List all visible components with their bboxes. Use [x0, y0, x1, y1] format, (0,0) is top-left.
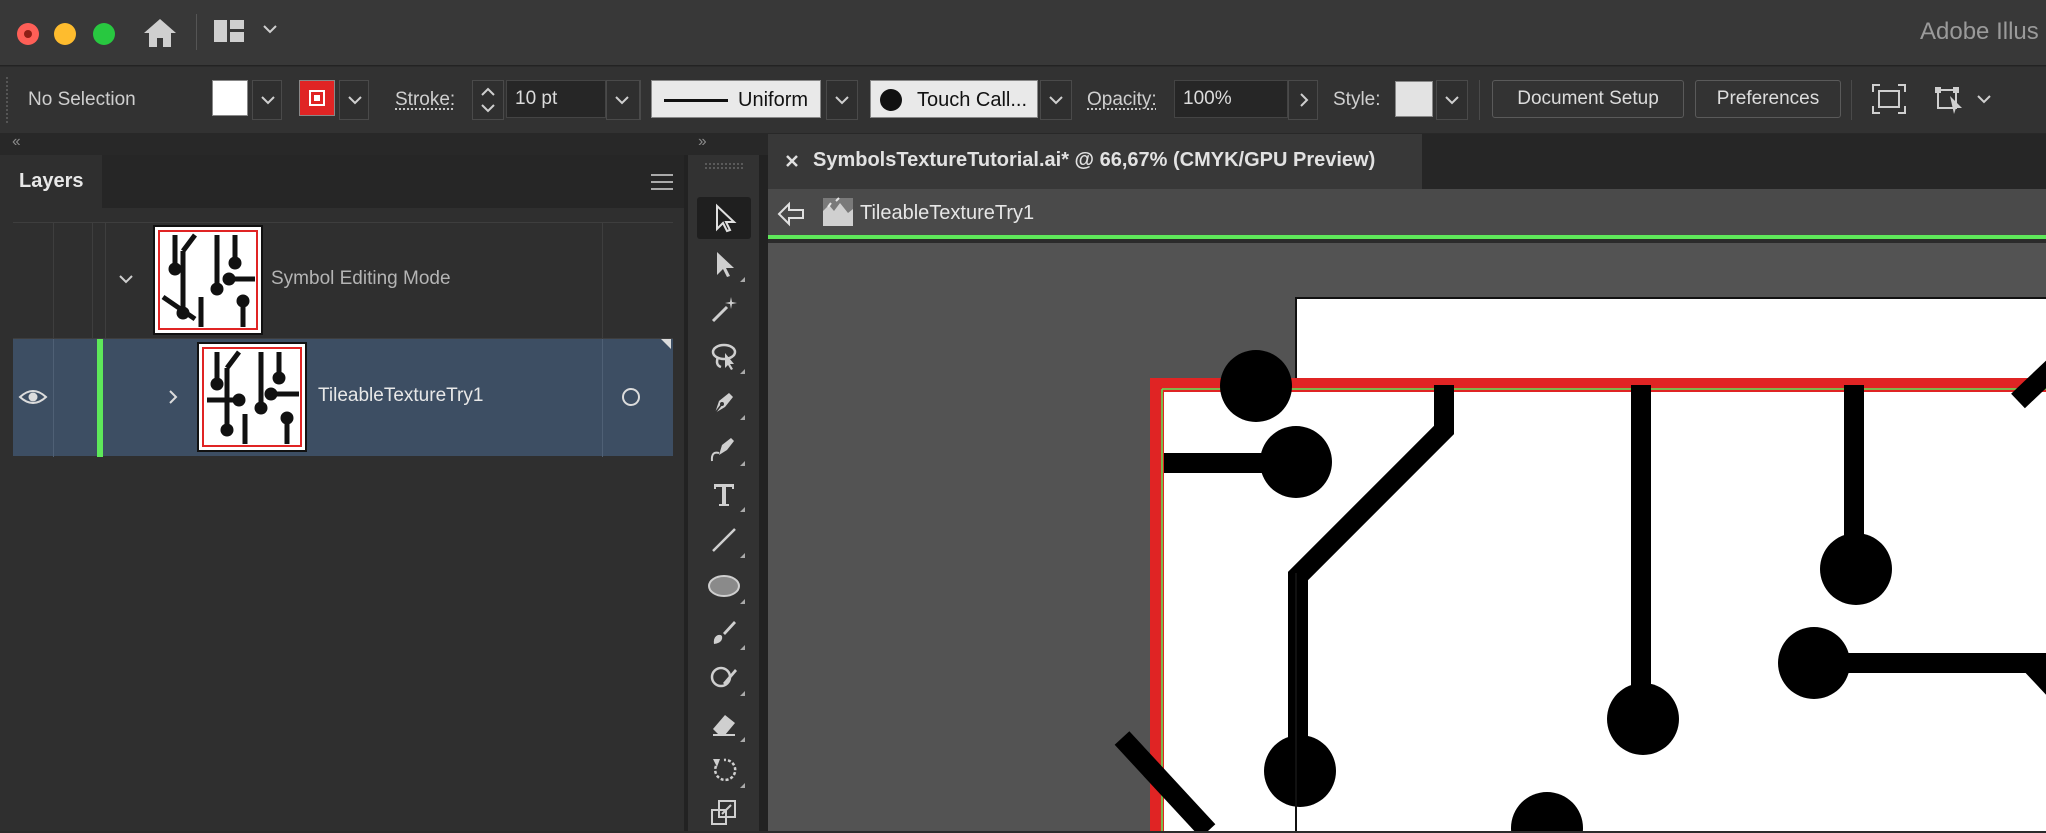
- chevron-right-icon: [1297, 93, 1311, 107]
- arrange-documents-icon[interactable]: [1872, 84, 1906, 114]
- isolation-mode-bar: TileableTextureTry1: [768, 189, 2046, 239]
- toolbar-grip[interactable]: [705, 163, 743, 169]
- document-setup-button[interactable]: Document Setup: [1492, 80, 1684, 118]
- canvas[interactable]: [768, 243, 2046, 831]
- chevron-down-icon: [261, 95, 275, 105]
- eraser-tool-icon[interactable]: [697, 703, 751, 745]
- brush-select[interactable]: Touch Call...: [870, 80, 1038, 118]
- layer-row-symbol-editing-mode[interactable]: Symbol Editing Mode: [13, 222, 673, 338]
- chevron-down-icon: [1049, 95, 1063, 105]
- layer-color-bar: [97, 339, 103, 457]
- rotate-tool-icon[interactable]: [697, 749, 751, 791]
- layer-thumbnail: [153, 225, 263, 335]
- opacity-input[interactable]: 100%: [1174, 80, 1288, 118]
- graphic-style-swatch[interactable]: [1395, 81, 1433, 117]
- minimize-window-button[interactable]: [54, 23, 76, 45]
- brush-dropdown[interactable]: [1040, 80, 1072, 120]
- line-segment-tool-icon[interactable]: [697, 519, 751, 561]
- selection-status: No Selection: [28, 67, 136, 133]
- curvature-tool-icon[interactable]: [697, 427, 751, 469]
- chevron-down-icon[interactable]: [262, 22, 278, 36]
- control-bar-grip[interactable]: [6, 77, 10, 123]
- symbol-icon: [822, 197, 854, 227]
- divider: [640, 80, 641, 120]
- opacity-slider-toggle[interactable]: [1288, 80, 1318, 120]
- chevron-down-icon: [348, 95, 362, 105]
- chevron-down-icon: [1445, 95, 1459, 105]
- back-arrow-icon[interactable]: [776, 201, 806, 227]
- layer-row-tileabletexturetry1[interactable]: TileableTextureTry1: [13, 338, 673, 456]
- isolation-breadcrumb[interactable]: TileableTextureTry1: [860, 202, 1034, 225]
- stroke-swatch[interactable]: [299, 80, 335, 116]
- width-profile-label: Uniform: [738, 89, 808, 112]
- title-separator: [196, 14, 197, 50]
- stroke-dropdown[interactable]: [339, 80, 369, 120]
- layer-name[interactable]: TileableTextureTry1: [318, 385, 483, 407]
- panel-menu-icon[interactable]: [651, 173, 673, 191]
- scale-tool-icon[interactable]: [697, 791, 751, 833]
- transform-icon[interactable]: [1932, 82, 1966, 116]
- target-circle-icon[interactable]: [622, 388, 640, 406]
- lasso-tool-icon[interactable]: [697, 335, 751, 377]
- layers-panel: Layers Symbol Editing Mode TileableTextu…: [0, 155, 684, 831]
- stroke-weight-input[interactable]: 10 pt: [506, 80, 606, 118]
- style-label: Style:: [1333, 67, 1381, 133]
- eye-icon[interactable]: [18, 387, 48, 407]
- brush-dot-icon: [880, 89, 902, 111]
- panel-gutter: [759, 155, 768, 831]
- app-title: Adobe Illus: [1920, 18, 2039, 46]
- chevron-down-icon: [615, 95, 629, 105]
- tab-layers[interactable]: Layers: [0, 155, 102, 208]
- stroke-weight-stepper[interactable]: [472, 80, 504, 120]
- stroke-label[interactable]: Stroke:: [395, 67, 455, 133]
- selection-indicator: [661, 339, 671, 349]
- layer-thumbnail: [197, 342, 307, 452]
- layers-tabbar: Layers: [0, 155, 684, 208]
- close-icon[interactable]: [780, 149, 804, 173]
- direct-selection-tool-icon[interactable]: [697, 243, 751, 285]
- shaper-tool-icon[interactable]: [697, 657, 751, 699]
- expand-right-icon[interactable]: ››: [698, 133, 705, 151]
- workspace-layout-icon[interactable]: [213, 18, 245, 44]
- expand-toggle-icon[interactable]: [166, 388, 180, 406]
- width-profile-select[interactable]: Uniform: [651, 80, 821, 118]
- stroke-weight-dropdown[interactable]: [606, 80, 640, 120]
- title-bar: Adobe Illus: [0, 0, 2046, 66]
- type-tool-icon[interactable]: [697, 473, 751, 515]
- pen-tool-icon[interactable]: [697, 381, 751, 423]
- chevron-down-icon[interactable]: [1976, 92, 1992, 106]
- opacity-label[interactable]: Opacity:: [1087, 67, 1157, 133]
- ellipse-tool-icon[interactable]: [697, 565, 751, 607]
- collapse-left-icon[interactable]: ‹‹: [12, 133, 19, 151]
- layer-name[interactable]: Symbol Editing Mode: [271, 268, 451, 290]
- brush-name: Touch Call...: [917, 89, 1027, 112]
- artwork: [768, 243, 2046, 831]
- document-tabbar: SymbolsTextureTutorial.ai* @ 66,67% (CMY…: [768, 134, 2046, 189]
- home-icon[interactable]: [140, 16, 180, 50]
- graphic-style-dropdown[interactable]: [1436, 80, 1468, 120]
- close-window-button[interactable]: [17, 23, 39, 45]
- fill-swatch[interactable]: [212, 80, 248, 116]
- zoom-window-button[interactable]: [93, 23, 115, 45]
- expand-toggle-icon[interactable]: [117, 273, 135, 287]
- chevron-down-icon: [835, 95, 849, 105]
- layers-empty-area: [13, 457, 673, 831]
- paintbrush-tool-icon[interactable]: [697, 611, 751, 653]
- tools-panel: [688, 155, 759, 831]
- width-profile-dropdown[interactable]: [826, 80, 858, 120]
- preferences-button[interactable]: Preferences: [1695, 80, 1841, 118]
- magic-wand-tool-icon[interactable]: [697, 289, 751, 331]
- document-tab[interactable]: SymbolsTextureTutorial.ai* @ 66,67% (CMY…: [768, 134, 1422, 189]
- divider: [1479, 80, 1480, 120]
- document-title: SymbolsTextureTutorial.ai* @ 66,67% (CMY…: [813, 149, 1375, 172]
- selection-tool-icon[interactable]: [697, 197, 751, 239]
- divider: [1851, 80, 1852, 120]
- fill-dropdown[interactable]: [252, 80, 282, 120]
